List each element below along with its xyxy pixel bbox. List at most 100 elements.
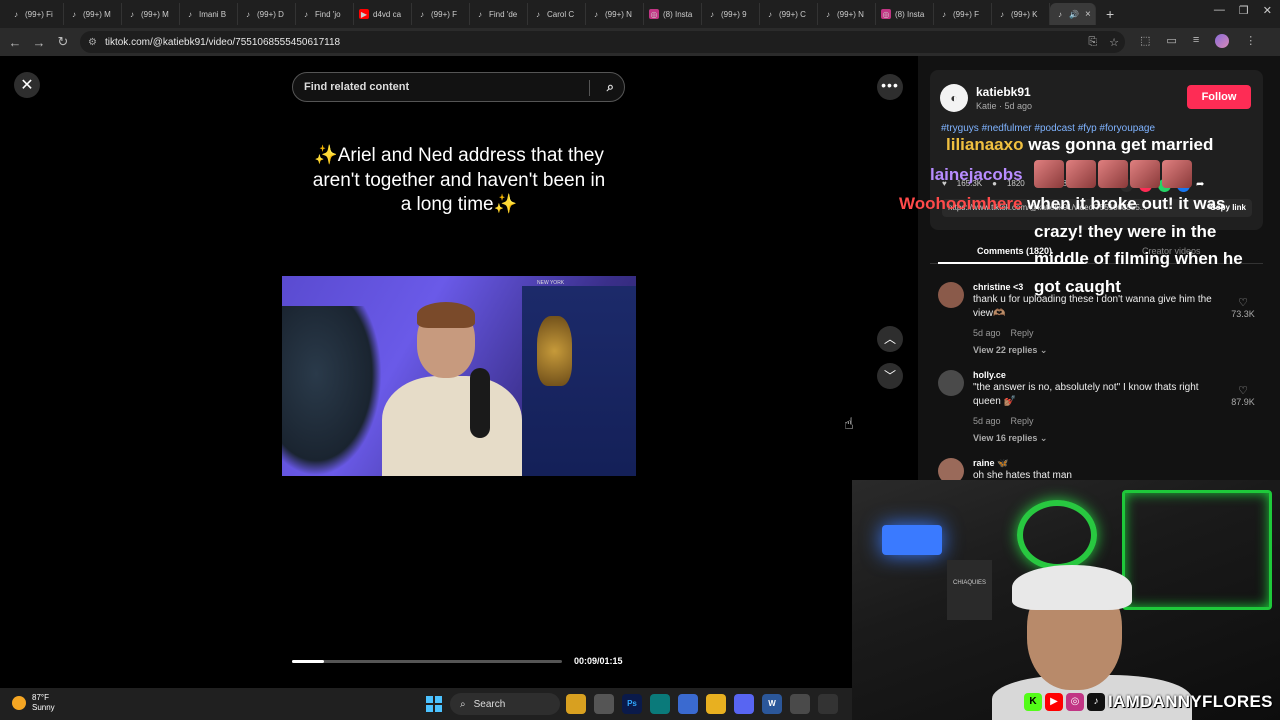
kick-icon: K (1024, 693, 1042, 711)
author-username[interactable]: katiebk91 (976, 85, 1031, 99)
media-controls-icon[interactable]: ≡ (1193, 34, 1199, 48)
browser-tab[interactable]: ♪ (99+) N (818, 3, 876, 25)
next-video-button[interactable]: ﹀ (877, 363, 903, 389)
browser-tab[interactable]: ♪ (99+) F (412, 3, 470, 25)
close-video-button[interactable]: ✕ (14, 72, 40, 98)
commenter-avatar[interactable] (938, 458, 964, 480)
weather-condition: Sunny (32, 703, 55, 712)
weather-widget[interactable]: 87°F Sunny (12, 693, 55, 713)
browser-tab[interactable]: ◎ (8) Insta (644, 3, 702, 25)
instagram-icon: ◎ (1066, 693, 1084, 711)
taskbar-search-label: Search (473, 698, 506, 710)
bookmark-star-icon[interactable]: ☆ (1109, 36, 1119, 49)
settings-icon[interactable] (818, 694, 838, 714)
tab-active-tiktok[interactable]: ♪ 🔊 × (1050, 3, 1096, 25)
close-window-button[interactable]: ✕ (1263, 4, 1272, 17)
minimize-button[interactable]: — (1214, 4, 1225, 17)
back-button[interactable]: ← (3, 35, 27, 50)
more-options-button[interactable]: ••• (877, 74, 903, 100)
comment-like[interactable]: ♡ 87.9K (1228, 384, 1258, 407)
commenter-name[interactable]: holly.ce (973, 370, 1006, 380)
comment-like[interactable]: ♡ 73.3K (1228, 296, 1258, 319)
related-search-input[interactable]: Find related content ⌕ (292, 72, 625, 102)
tiktok-icon: ♪ (1087, 693, 1105, 711)
site-info-icon[interactable]: ⚙ (88, 37, 97, 48)
tiktok-icon: ♪ (130, 9, 134, 19)
browser-tab[interactable]: ♪ (99+) M (64, 3, 122, 25)
emote-icon (1130, 160, 1160, 188)
chevron-down-icon: ⌄ (1039, 345, 1048, 355)
extensions-icon[interactable]: ⬚ (1140, 34, 1150, 48)
browser-tab[interactable]: ♪ (99+) F (934, 3, 992, 25)
profile-avatar[interactable] (1215, 34, 1230, 48)
video-player[interactable]: Find related content ⌕ ✨Ariel and Ned ad… (282, 56, 636, 688)
comment-time: 5d ago (973, 416, 1001, 426)
streamer-handle: IAMDANNYFLORES (1108, 692, 1273, 711)
shelf-shape (522, 286, 636, 476)
author-meta: Katie · 5d ago (976, 101, 1033, 111)
browser-tab-label: (99+) N (837, 9, 864, 19)
view-replies-button[interactable]: View 16 replies ⌄ (973, 433, 1047, 444)
youtube-icon: ▶ (359, 9, 369, 19)
previous-video-button[interactable]: ︿ (877, 326, 903, 352)
browser-tab[interactable]: ♪ (99+) 9 (702, 3, 760, 25)
word-icon[interactable]: W (762, 694, 782, 714)
browser-tab-label: Find 'jo (315, 9, 341, 19)
browser-tab[interactable]: ♪ Carol C (528, 3, 586, 25)
browser-tab[interactable]: ◎ (8) Insta (876, 3, 934, 25)
browser-tab[interactable]: ♪ (99+) K (992, 3, 1050, 25)
browser-tab[interactable]: ♪ (99+) M (122, 3, 180, 25)
side-panel-icon[interactable]: ▭ (1166, 34, 1176, 48)
tiktok-icon: ♪ (304, 9, 308, 19)
search-icon[interactable]: ⌕ (607, 79, 614, 95)
chat-text: crazy! they were in the (1034, 222, 1217, 241)
instagram-icon: ◎ (881, 9, 891, 19)
taskbar-search[interactable]: ⌕ Search (450, 693, 560, 715)
view-replies-label: View 16 replies (973, 433, 1038, 443)
photoshop-icon[interactable]: Ps (622, 694, 642, 714)
browser-tab[interactable]: ♪ Imani B (180, 3, 238, 25)
edge-icon[interactable] (650, 694, 670, 714)
widget-app-icon[interactable] (566, 694, 586, 714)
browser-tab[interactable]: ♪ Find 'jo (296, 3, 354, 25)
emote-icon (1034, 160, 1064, 188)
discord-icon[interactable] (734, 694, 754, 714)
video-progress-bar[interactable] (292, 660, 562, 663)
vase-shape (537, 316, 572, 386)
browser-tab[interactable]: ♪ (99+) N (586, 3, 644, 25)
browser-tab[interactable]: ▶ d4vd ca (354, 3, 412, 25)
commenter-avatar[interactable] (938, 282, 964, 308)
address-bar[interactable]: ⚙ tiktok.com/@katiebk91/video/7551068555… (80, 31, 1125, 53)
browser-tab[interactable]: ♪ Find 'de (470, 3, 528, 25)
chrome-icon[interactable] (790, 694, 810, 714)
file-explorer-icon[interactable] (706, 694, 726, 714)
browser-tab[interactable]: ♪ (99+) Fi (6, 3, 64, 25)
browser-tab[interactable]: ♪ (99+) C (760, 3, 818, 25)
video-frame[interactable]: NEW YORK (282, 276, 636, 476)
task-view-icon[interactable] (594, 694, 614, 714)
reply-button[interactable]: Reply (1011, 328, 1034, 338)
author-avatar[interactable]: ◐ (940, 84, 968, 112)
tiktok-icon: ♪ (826, 9, 830, 19)
view-replies-button[interactable]: View 22 replies ⌄ (973, 345, 1047, 356)
comment-like-count: 87.9K (1231, 397, 1255, 407)
install-app-icon[interactable]: ⎘ (1088, 36, 1097, 49)
neon-sign (1017, 500, 1097, 570)
restore-button[interactable]: ❐ (1239, 4, 1249, 17)
reload-button[interactable]: ↻ (51, 34, 75, 50)
windows-start-button[interactable] (426, 696, 442, 712)
reply-button[interactable]: Reply (1011, 416, 1034, 426)
commenter-avatar[interactable] (938, 370, 964, 396)
forward-button[interactable]: → (27, 35, 51, 50)
new-tab-button[interactable]: + (1096, 6, 1124, 22)
browser-tab[interactable]: ♪ (99+) D (238, 3, 296, 25)
chat-text: was gonna get married (1028, 135, 1214, 154)
store-icon[interactable] (678, 694, 698, 714)
close-icon[interactable]: × (1085, 9, 1091, 20)
start-tile (426, 696, 433, 703)
tiktok-icon: ♪ (1000, 9, 1004, 19)
commenter-name[interactable]: raine 🦋 (973, 458, 1008, 469)
menu-icon[interactable]: ⋮ (1245, 34, 1256, 48)
commenter-name[interactable]: christine <3 (973, 282, 1023, 292)
follow-button[interactable]: Follow (1187, 85, 1251, 109)
